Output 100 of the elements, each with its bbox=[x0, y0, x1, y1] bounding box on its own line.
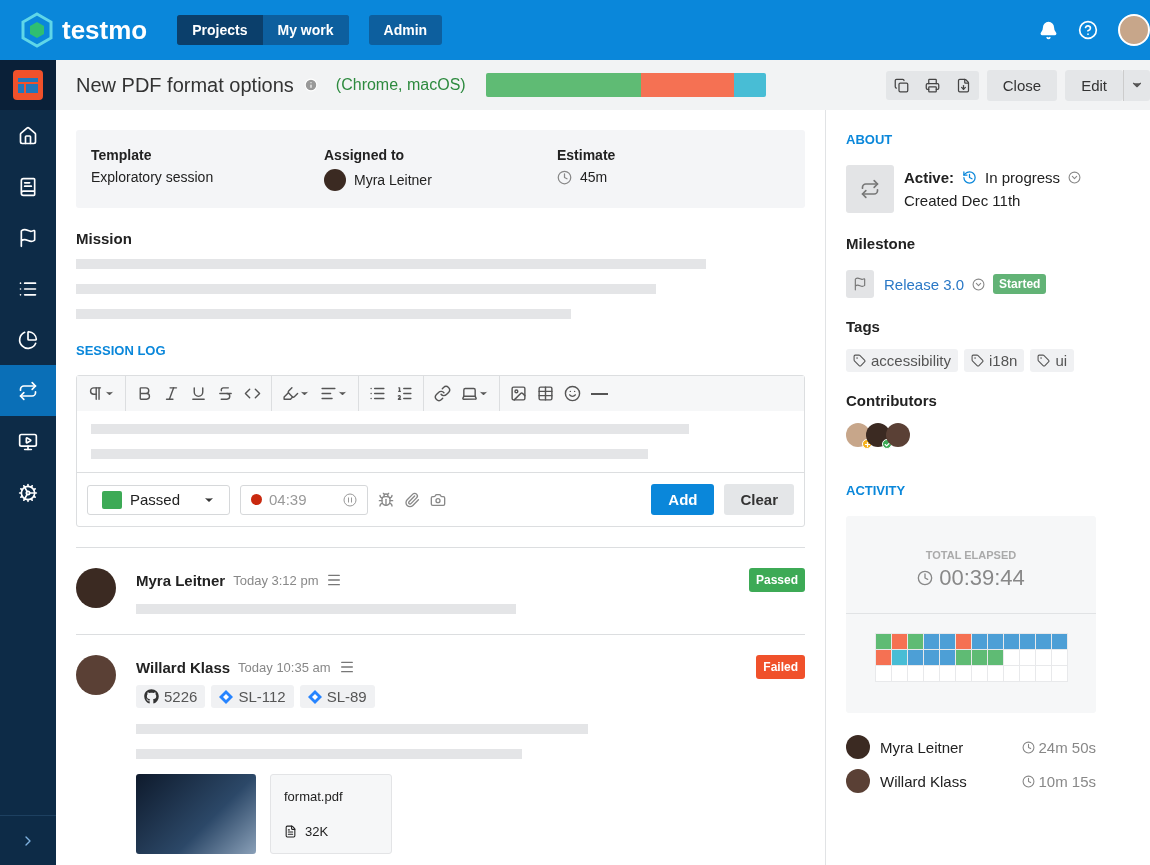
section-heading: Mission bbox=[76, 230, 133, 247]
clock-icon bbox=[917, 570, 934, 586]
configuration-label: (Chrome, macOS) bbox=[335, 76, 466, 94]
github-icon bbox=[144, 689, 159, 704]
admin-button[interactable]: Admin bbox=[368, 15, 443, 45]
emoji-button[interactable] bbox=[564, 385, 581, 402]
menu-icon[interactable] bbox=[338, 659, 355, 675]
logo-text: testmo bbox=[62, 14, 148, 46]
pilcrow-button[interactable] bbox=[87, 385, 115, 402]
user-avatar bbox=[846, 735, 870, 759]
file-size: 32K bbox=[305, 824, 329, 839]
time-spent: 24m 50s bbox=[1038, 738, 1096, 756]
issue-link[interactable]: 5226 bbox=[136, 685, 206, 708]
embed-icon bbox=[461, 385, 478, 402]
edit-menu-caret[interactable] bbox=[1123, 69, 1150, 101]
section-heading: ABOUT bbox=[846, 132, 894, 147]
home-icon bbox=[18, 125, 38, 146]
strikethrough-icon bbox=[217, 385, 234, 402]
menu-icon[interactable] bbox=[326, 572, 343, 588]
clock-icon bbox=[1022, 774, 1036, 788]
dropdown-icon[interactable] bbox=[972, 277, 986, 291]
camera-icon[interactable] bbox=[430, 491, 446, 508]
tag[interactable]: i18n bbox=[964, 349, 1025, 372]
person-name: Myra Leitner bbox=[880, 738, 964, 756]
dropdown-icon[interactable] bbox=[1068, 171, 1082, 184]
status-select[interactable]: Passed bbox=[87, 484, 230, 515]
image-button[interactable] bbox=[510, 385, 527, 402]
status-label: Active: bbox=[904, 169, 955, 186]
photo-placeholder[interactable] bbox=[136, 774, 256, 854]
tag-icon bbox=[971, 354, 985, 367]
italic-button[interactable] bbox=[163, 385, 180, 402]
section-heading: Tags bbox=[846, 318, 881, 335]
app-icon[interactable] bbox=[12, 69, 44, 101]
section-heading: Contributors bbox=[846, 392, 938, 409]
close-button[interactable]: Close bbox=[986, 69, 1058, 101]
user-avatar bbox=[324, 169, 346, 191]
hexagon-logo-icon bbox=[20, 12, 54, 48]
elapsed-time: 00:39:44 bbox=[939, 565, 1025, 591]
table-button[interactable] bbox=[537, 385, 554, 402]
strikethrough-button[interactable] bbox=[217, 385, 234, 402]
field-label: Template bbox=[91, 147, 153, 163]
author-name: Myra Leitner bbox=[136, 571, 226, 589]
clock-icon bbox=[557, 169, 572, 185]
image-icon bbox=[510, 385, 527, 402]
printer-icon bbox=[924, 77, 940, 93]
help-icon[interactable] bbox=[1078, 20, 1098, 40]
add-button[interactable]: Add bbox=[651, 484, 715, 515]
field-value: Exploratory session bbox=[91, 169, 214, 185]
numbered-list-button[interactable] bbox=[396, 385, 413, 402]
repeat-icon bbox=[860, 179, 880, 199]
nav-tab[interactable]: Projects bbox=[177, 15, 263, 45]
contributor-avatar bbox=[886, 423, 910, 447]
file-name: format.pdf bbox=[284, 789, 344, 804]
status-badge: Passed bbox=[748, 568, 805, 592]
book-icon bbox=[18, 176, 38, 197]
highlighter-button[interactable] bbox=[282, 385, 310, 402]
link-icon bbox=[434, 385, 451, 402]
file-icon bbox=[284, 825, 297, 838]
file-attachment[interactable]: format.pdf 32K bbox=[270, 774, 392, 854]
user-avatar bbox=[76, 655, 116, 695]
notifications-icon[interactable] bbox=[1039, 20, 1058, 40]
clock-icon bbox=[1022, 740, 1036, 754]
section-heading: ACTIVITY bbox=[846, 483, 907, 498]
underline-icon bbox=[190, 385, 207, 402]
field-label: Assigned to bbox=[324, 147, 406, 163]
embed-button[interactable] bbox=[461, 385, 489, 402]
issue-link[interactable]: SL-112 bbox=[211, 685, 294, 708]
author-name: Willard Klass bbox=[136, 658, 231, 676]
gears-icon bbox=[18, 482, 38, 503]
edit-button[interactable]: Edit bbox=[1065, 69, 1123, 101]
field-label: Estimate bbox=[557, 147, 617, 163]
align-button[interactable] bbox=[320, 385, 348, 402]
pilcrow-icon bbox=[87, 385, 104, 402]
user-avatar bbox=[76, 568, 116, 608]
timestamp: Today 3:12 pm bbox=[233, 572, 319, 588]
pause-icon[interactable] bbox=[343, 492, 357, 507]
horizontal-rule-icon bbox=[591, 392, 608, 395]
bug-icon[interactable] bbox=[378, 491, 394, 508]
time-spent: 10m 15s bbox=[1038, 772, 1096, 790]
history-icon bbox=[962, 170, 978, 185]
table-icon bbox=[537, 385, 554, 402]
bullet-list-button[interactable] bbox=[369, 385, 386, 402]
elapsed-label: TOTAL ELAPSED bbox=[925, 549, 1017, 561]
field-value: Myra Leitner bbox=[354, 172, 432, 188]
created-date: Created Dec 11th bbox=[904, 192, 1022, 209]
monitor-icon bbox=[18, 431, 38, 452]
person-name: Willard Klass bbox=[880, 772, 967, 790]
tag[interactable]: ui bbox=[1030, 349, 1075, 372]
italic-icon bbox=[163, 385, 180, 402]
attach-icon[interactable] bbox=[404, 491, 420, 508]
field-value: 45m bbox=[580, 169, 608, 185]
clear-button[interactable]: Clear bbox=[724, 484, 794, 515]
issue-link[interactable]: SL-89 bbox=[299, 685, 375, 708]
tag[interactable]: accessibility bbox=[846, 349, 959, 372]
milestone-status-badge: Started bbox=[993, 274, 1047, 294]
horizontal-rule-button[interactable] bbox=[591, 392, 608, 395]
user-avatar[interactable] bbox=[1118, 14, 1150, 46]
underline-button[interactable] bbox=[190, 385, 207, 402]
link-button[interactable] bbox=[434, 385, 451, 402]
milestone-link[interactable]: Release 3.0 bbox=[884, 275, 965, 293]
